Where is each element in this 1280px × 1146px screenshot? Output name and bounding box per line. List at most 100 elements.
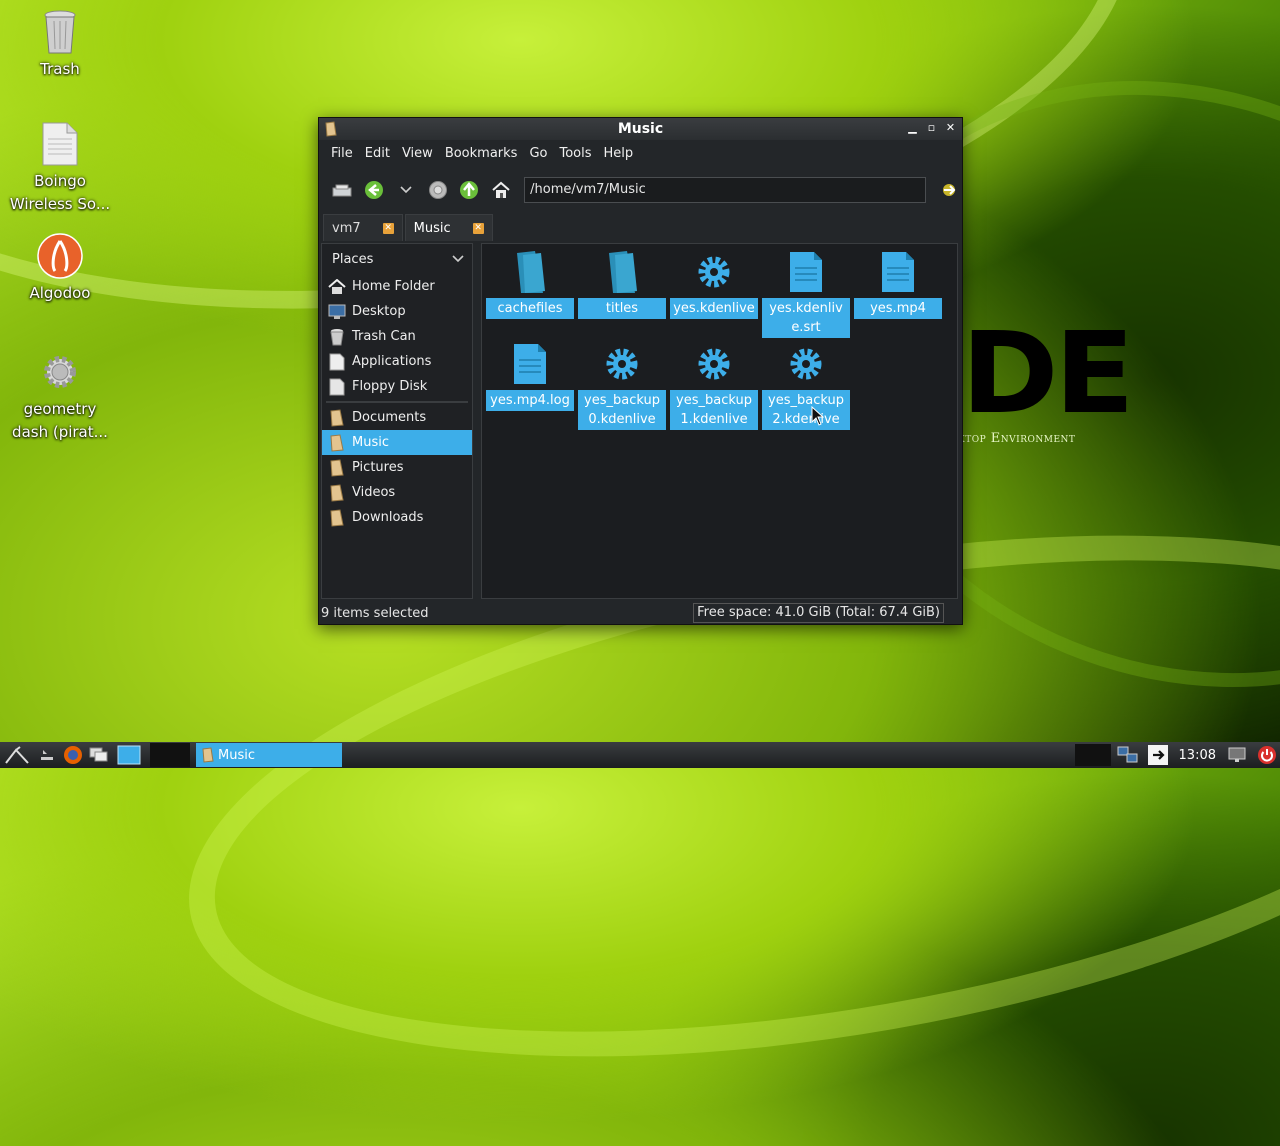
start-menu-button[interactable] [0, 743, 34, 767]
file-label: yes_backup1.kdenlive [670, 390, 758, 430]
menu-tools[interactable]: Tools [553, 146, 597, 161]
show-desktop-button[interactable] [34, 743, 60, 767]
folder-icon [325, 121, 337, 141]
sidebar-item-music[interactable]: Music [322, 430, 472, 455]
file-label: titles [578, 298, 666, 319]
window-switcher-button[interactable] [86, 743, 112, 767]
menu-help[interactable]: Help [598, 146, 640, 161]
sidebar-item-floppy-disk[interactable]: Floppy Disk [322, 374, 472, 399]
file-item[interactable]: titles [578, 248, 666, 319]
wallpaper-logo: DE [960, 309, 1135, 439]
sidebar-item-label: Desktop [352, 304, 406, 319]
free-space-status: Free space: 41.0 GiB (Total: 67.4 GiB) [693, 603, 944, 623]
desktop-icon-trash[interactable]: Trash [5, 8, 115, 81]
sidebar-item-trash-can[interactable]: Trash Can [322, 324, 472, 349]
desktop-icon-algodoo[interactable]: Algodoo [5, 232, 115, 305]
trash-icon [36, 8, 84, 56]
menu-bookmarks[interactable]: Bookmarks [439, 146, 524, 161]
desktop-icon-boingo[interactable]: Boingo Wireless So... [5, 120, 115, 216]
floppy-icon [328, 378, 346, 396]
places-header[interactable]: Places [322, 244, 472, 274]
file-item[interactable]: yes.kdenlive.srt [762, 248, 850, 338]
workspace-2-button[interactable] [150, 743, 190, 767]
network-tray-button[interactable] [1115, 743, 1141, 767]
home-icon [328, 278, 346, 296]
file-item[interactable]: cachefiles [486, 248, 574, 319]
gear-icon [36, 348, 84, 396]
document-icon [486, 340, 574, 388]
home-button[interactable] [488, 177, 514, 203]
file-label: cachefiles [486, 298, 574, 319]
taskbar-task-music[interactable]: Music [196, 743, 342, 767]
sidebar-item-label: Music [352, 435, 389, 450]
sidebar-item-home-folder[interactable]: Home Folder [322, 274, 472, 299]
chevron-down-icon [400, 186, 412, 194]
minimize-button[interactable]: ▁ [905, 120, 920, 136]
document-icon [854, 248, 942, 296]
applications-icon [328, 353, 346, 371]
home-icon [492, 181, 510, 198]
menu-edit[interactable]: Edit [359, 146, 396, 161]
up-button[interactable] [456, 177, 482, 203]
file-item[interactable]: yes.mp4 [854, 248, 942, 319]
window-titlebar[interactable]: Music ▁ ▫ ✕ [319, 118, 962, 140]
sidebar-item-pictures[interactable]: Pictures [322, 455, 472, 480]
file-label: yes.kdenlive [670, 298, 758, 319]
tab-bar: vm7 ✕ Music ✕ [319, 213, 962, 241]
logout-tray-button[interactable] [1145, 743, 1171, 767]
taskbar: Music 13:08 [0, 742, 1280, 768]
file-item[interactable]: yes.kdenlive [670, 248, 758, 319]
folder-icon [486, 248, 574, 296]
network-icon [1117, 746, 1138, 763]
clock[interactable]: 13:08 [1175, 748, 1220, 763]
location-input[interactable]: /home/vm7/Music [524, 177, 927, 203]
algodoo-icon [36, 232, 84, 280]
close-tab-icon[interactable]: ✕ [472, 222, 484, 234]
firefox-launcher[interactable] [60, 743, 86, 767]
tab-vm7[interactable]: vm7 ✕ [323, 214, 403, 241]
desktop-icon-geometry-dash[interactable]: geometry dash (pirat... [5, 348, 115, 444]
display-tray-button[interactable] [1224, 743, 1250, 767]
sidebar-item-downloads[interactable]: Downloads [322, 505, 472, 530]
tab-label: vm7 [332, 220, 361, 236]
file-label: yes_backup2.kdenlive [762, 390, 850, 430]
history-dropdown-button[interactable] [393, 177, 419, 203]
file-item[interactable]: yes_backup1.kdenlive [670, 340, 758, 430]
file-item[interactable]: yes.mp4.log [486, 340, 574, 411]
monitor-icon [1228, 747, 1246, 762]
file-item[interactable]: yes_backup0.kdenlive [578, 340, 666, 430]
tab-music[interactable]: Music ✕ [404, 214, 493, 241]
sidebar-item-videos[interactable]: Videos [322, 480, 472, 505]
sidebar-item-documents[interactable]: Documents [322, 405, 472, 430]
menu-view[interactable]: View [396, 146, 439, 161]
folder-icon [328, 483, 346, 502]
sidebar-item-label: Documents [352, 410, 427, 425]
wallpaper-subtitle: ktop Environment [958, 431, 1076, 446]
places-header-label: Places [332, 251, 374, 267]
sidebar-item-applications[interactable]: Applications [322, 349, 472, 374]
go-arrow-icon [943, 184, 956, 196]
new-tab-button[interactable] [329, 177, 355, 203]
folder-icon [578, 248, 666, 296]
reload-button[interactable] [425, 177, 451, 203]
tab-label: Music [413, 220, 451, 236]
file-item[interactable]: yes_backup2.kdenlive [762, 340, 850, 430]
shutdown-button[interactable] [1254, 743, 1280, 767]
workspace-1-button[interactable] [112, 743, 146, 767]
file-manager-window: Music ▁ ▫ ✕ File Edit View Bookmarks Go … [318, 117, 963, 625]
system-tray: 13:08 [1074, 742, 1280, 768]
sidebar-item-desktop[interactable]: Desktop [322, 299, 472, 324]
reload-icon [428, 181, 447, 199]
maximize-button[interactable]: ▫ [924, 120, 939, 136]
workspace-icon [117, 745, 141, 765]
menu-file[interactable]: File [325, 146, 359, 161]
close-tab-icon[interactable]: ✕ [382, 222, 394, 234]
logout-icon [1147, 745, 1168, 765]
window-title: Music [617, 121, 664, 137]
go-button[interactable] [936, 177, 962, 203]
menu-go[interactable]: Go [523, 146, 553, 161]
sidebar-item-label: Pictures [352, 460, 404, 475]
back-button[interactable] [361, 177, 387, 203]
file-view[interactable]: cachefiles titles yes.kdenlive yes.kdenl… [481, 243, 958, 599]
close-button[interactable]: ✕ [943, 120, 958, 136]
